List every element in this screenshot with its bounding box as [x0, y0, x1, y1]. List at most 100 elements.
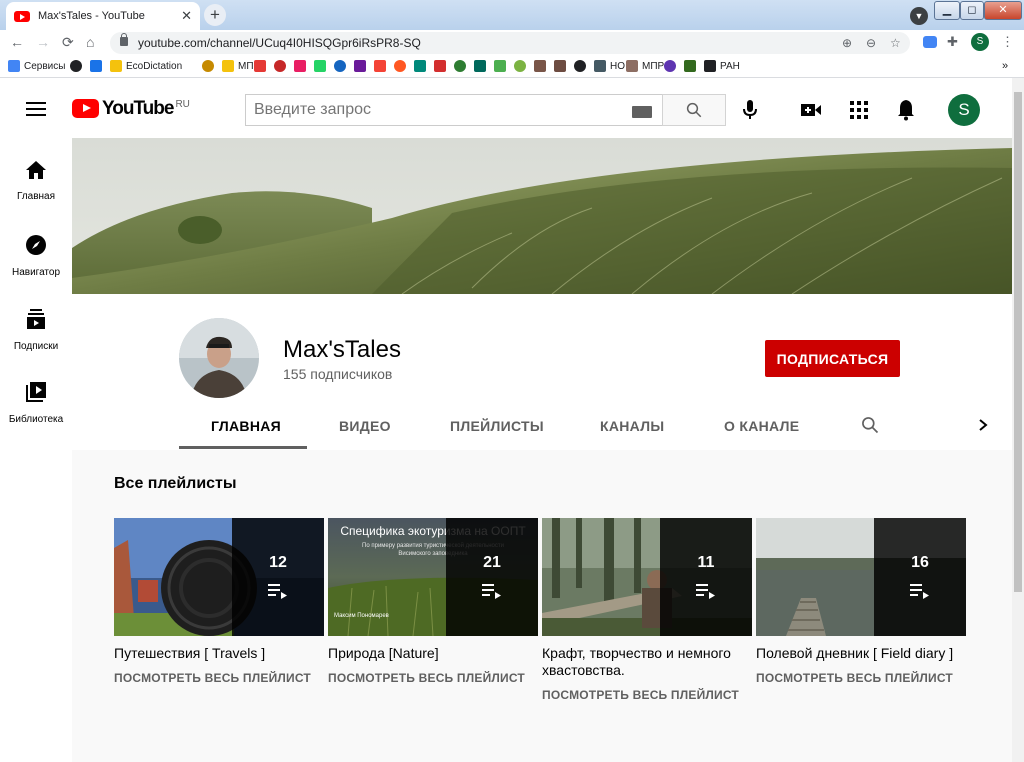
bookmark-item[interactable] [70, 60, 82, 72]
playlist-card[interactable]: 12 Путешествия [ Travels ] ПОСМОТРЕТЬ ВЕ… [114, 518, 324, 685]
sidebar-item-library[interactable]: Библиотека [0, 381, 72, 425]
back-icon[interactable]: ← [10, 34, 24, 50]
playlist-thumbnail[interactable]: 12 [114, 518, 324, 636]
view-full-playlist-link[interactable]: ПОСМОТРЕТЬ ВЕСЬ ПЛЕЙЛИСТ [328, 671, 538, 685]
notifications-bell-icon[interactable] [897, 99, 915, 121]
search-input[interactable] [254, 101, 624, 119]
create-video-icon[interactable] [800, 102, 822, 118]
bookmark-item[interactable] [474, 60, 486, 72]
sidebar-item-home[interactable]: Главная [0, 160, 72, 202]
forward-icon[interactable]: → [36, 34, 50, 50]
bookmark-item[interactable] [454, 60, 466, 72]
bookmark-item[interactable] [394, 60, 406, 72]
new-tab-button[interactable]: + [204, 4, 226, 26]
sidebar-item-explore[interactable]: Навигатор [0, 234, 72, 278]
playlist-video-count: 21 [483, 554, 501, 571]
bookmark-favicon-icon [514, 60, 526, 72]
bookmarks-overflow-icon[interactable]: » [1002, 60, 1008, 72]
install-app-icon[interactable]: ⊕ [842, 36, 852, 50]
channel-search-icon[interactable] [860, 415, 880, 435]
bookmark-item[interactable] [494, 60, 506, 72]
browser-tab[interactable]: Max'sTales - YouTube ✕ [6, 2, 200, 30]
microphone-icon[interactable] [740, 98, 760, 122]
bookmark-item[interactable] [664, 60, 676, 72]
bookmark-item[interactable] [274, 60, 286, 72]
view-full-playlist-link[interactable]: ПОСМОТРЕТЬ ВЕСЬ ПЛЕЙЛИСТ [542, 688, 752, 702]
extensions-puzzle-icon[interactable]: ✚ [947, 34, 958, 50]
bookmark-item[interactable] [354, 60, 366, 72]
bookmark-item[interactable] [574, 60, 586, 72]
playlist-card[interactable]: Специфика экотуризма на ООПТ По примеру … [328, 518, 538, 685]
playlist-icon [482, 584, 501, 599]
sidebar-item-label: Главная [16, 191, 56, 202]
minimize-button[interactable]: ▁ [934, 1, 960, 20]
bookmark-item[interactable]: EcoDictation [110, 60, 182, 72]
zoom-extension-icon[interactable] [923, 36, 937, 48]
bookmark-favicon-icon [294, 60, 306, 72]
channel-name: Max'sTales [283, 336, 401, 363]
view-full-playlist-link[interactable]: ПОСМОТРЕТЬ ВЕСЬ ПЛЕЙЛИСТ [756, 671, 966, 685]
channel-avatar[interactable] [179, 318, 259, 398]
bookmark-item[interactable]: РАН [704, 60, 740, 72]
bookmark-favicon-icon [474, 60, 486, 72]
maximize-button[interactable]: ◻ [960, 1, 984, 20]
bookmark-item[interactable] [202, 60, 214, 72]
guide-menu-icon[interactable] [26, 102, 46, 116]
scrollbar-thumb[interactable] [1014, 92, 1022, 592]
browser-menu-icon[interactable]: ⋮ [1001, 34, 1014, 50]
tab-playlists[interactable]: ПЛЕЙЛИСТЫ [450, 418, 544, 434]
bookmark-item[interactable]: МП [222, 60, 254, 72]
chevron-right-icon[interactable] [976, 418, 990, 432]
bookmark-favicon-icon [314, 60, 326, 72]
playlist-thumbnail[interactable]: 16 [756, 518, 966, 636]
bookmark-item[interactable] [90, 60, 102, 72]
playlist-icon [268, 584, 287, 599]
tab-close-icon[interactable]: ✕ [181, 8, 192, 24]
close-window-button[interactable]: ✕ [984, 1, 1022, 20]
search-button[interactable] [662, 94, 726, 126]
url-text[interactable]: youtube.com/channel/UCuq4I0HISQGpr6iRsPR… [138, 36, 421, 50]
tab-about[interactable]: О КАНАЛЕ [724, 418, 799, 434]
tab-channels[interactable]: КАНАЛЫ [600, 418, 664, 434]
subscribe-button[interactable]: ПОДПИСАТЬСЯ [765, 340, 900, 377]
bookmark-item[interactable]: НО [594, 60, 625, 72]
profile-avatar[interactable]: S [971, 33, 989, 51]
playlist-card[interactable]: 11 Крафт, творчество и немного хвастовст… [542, 518, 752, 702]
bookmark-item[interactable] [434, 60, 446, 72]
youtube-logo[interactable]: YouTube RU [72, 99, 190, 119]
bookmark-item[interactable] [334, 60, 346, 72]
lock-icon[interactable] [120, 33, 128, 46]
home-page-icon[interactable]: ⌂ [86, 34, 94, 50]
playlist-title[interactable]: Путешествия [ Travels ] [114, 645, 324, 662]
sidebar-item-subscriptions[interactable]: Подписки [0, 308, 72, 352]
playlist-title[interactable]: Крафт, творчество и немного хвастовства. [542, 645, 752, 679]
bookmark-item[interactable] [684, 60, 696, 72]
bookmark-item[interactable] [294, 60, 306, 72]
bookmark-item[interactable]: МПР [626, 60, 664, 72]
bookmark-star-icon[interactable]: ☆ [890, 36, 901, 50]
bookmark-item[interactable] [534, 60, 546, 72]
account-avatar[interactable]: S [948, 94, 980, 126]
tab-videos[interactable]: ВИДЕО [339, 418, 391, 434]
zoom-icon[interactable]: ⊖ [866, 36, 876, 50]
playlist-thumbnail[interactable]: 11 [542, 518, 752, 636]
bookmark-item[interactable] [554, 60, 566, 72]
bookmark-item[interactable]: Сервисы [8, 60, 65, 72]
tab-search-icon[interactable]: ▼ [910, 7, 928, 25]
reload-icon[interactable]: ⟳ [62, 34, 74, 51]
playlist-card[interactable]: 16 Полевой дневник [ Field diary ] ПОСМО… [756, 518, 966, 685]
page-scrollbar[interactable] [1012, 78, 1024, 762]
bookmark-item[interactable] [414, 60, 426, 72]
bookmark-item[interactable] [314, 60, 326, 72]
bookmark-item[interactable] [514, 60, 526, 72]
bookmark-item[interactable] [374, 60, 386, 72]
tab-home[interactable]: ГЛАВНАЯ [211, 418, 281, 434]
bookmark-item[interactable] [254, 60, 266, 72]
playlist-title[interactable]: Полевой дневник [ Field diary ] [756, 645, 966, 662]
playlist-thumbnail[interactable]: Специфика экотуризма на ООПТ По примеру … [328, 518, 538, 636]
omnibox[interactable]: youtube.com/channel/UCuq4I0HISQGpr6iRsPR… [110, 32, 910, 54]
apps-grid-icon[interactable] [850, 101, 868, 119]
keyboard-icon[interactable] [632, 106, 652, 118]
view-full-playlist-link[interactable]: ПОСМОТРЕТЬ ВЕСЬ ПЛЕЙЛИСТ [114, 671, 324, 685]
playlist-title[interactable]: Природа [Nature] [328, 645, 538, 662]
